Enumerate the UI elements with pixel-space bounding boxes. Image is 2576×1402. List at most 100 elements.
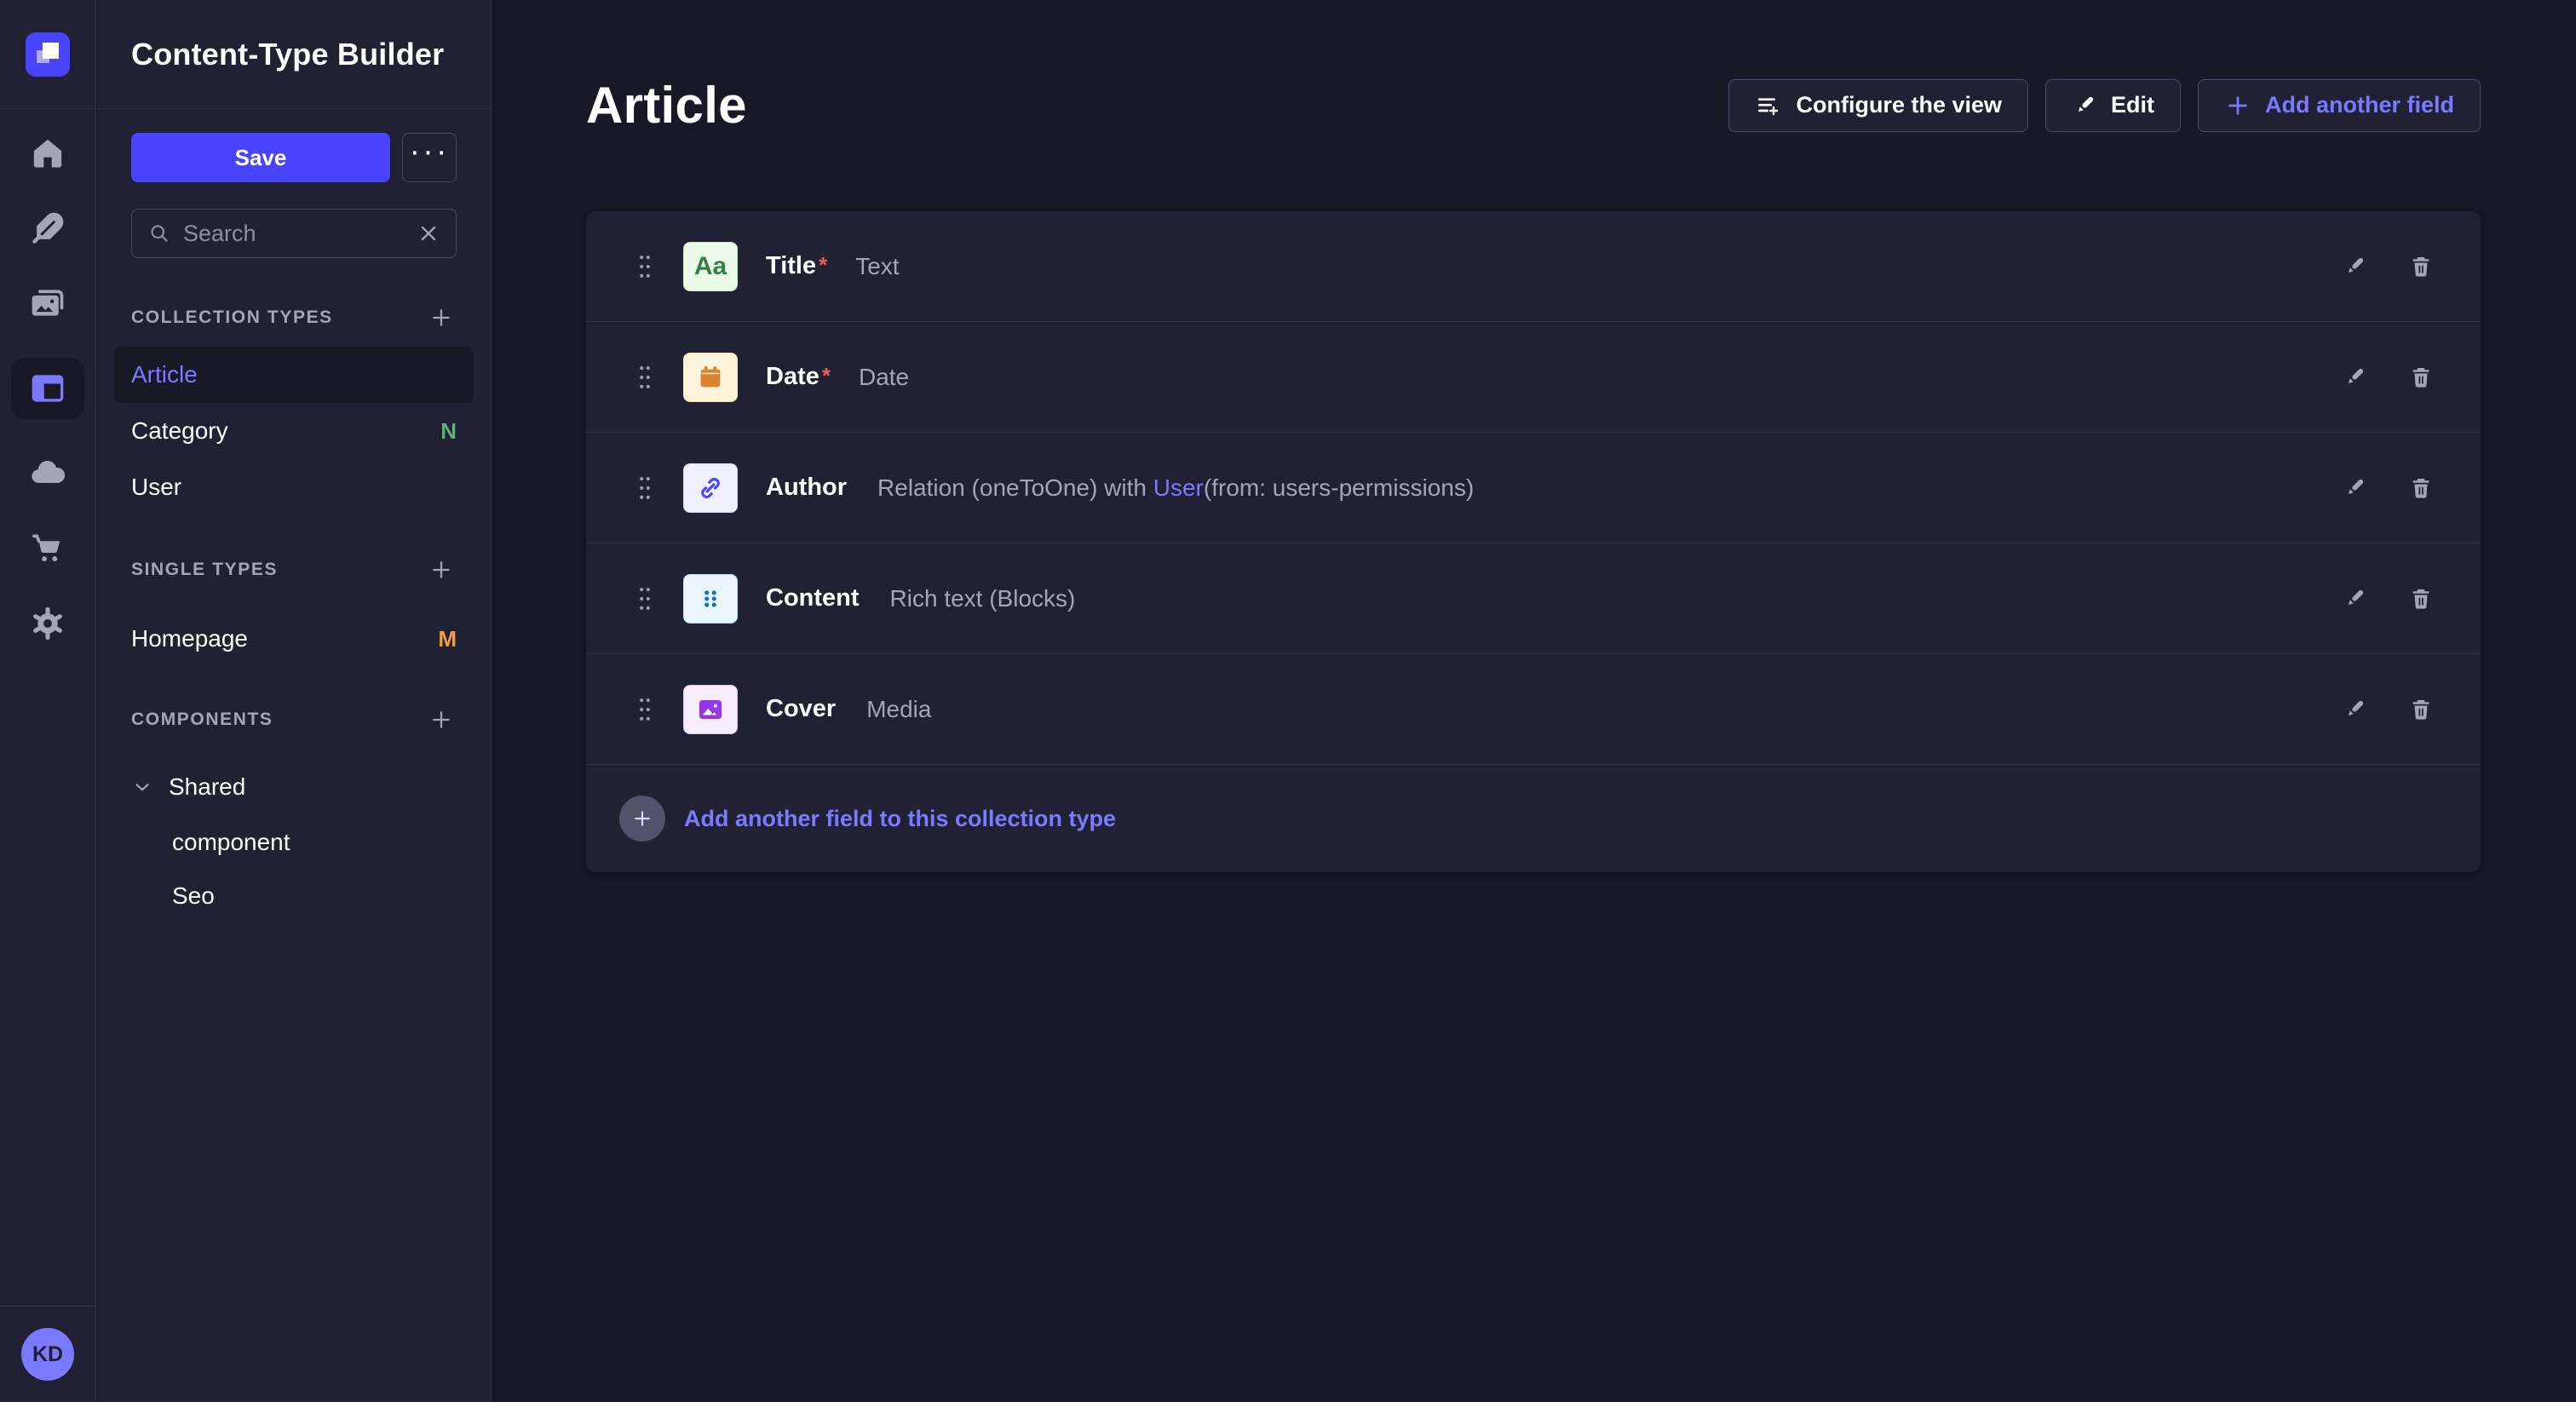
search-box[interactable] [131,209,457,258]
cart-icon[interactable] [27,528,68,569]
subnav-header: Content-Type Builder [97,0,491,109]
sidebar-item-homepage[interactable]: Homepage M [114,611,474,667]
row-actions [2339,362,2436,393]
plus-icon [2224,92,2251,119]
delete-field-button[interactable] [2406,583,2436,614]
sidebar-item-category[interactable]: Category N [114,403,474,459]
cloud-icon[interactable] [27,453,68,494]
drag-handle-icon[interactable] [630,582,659,616]
blocks-icon [683,574,738,623]
list-settings-icon [1755,92,1782,119]
edit-field-button[interactable] [2339,362,2370,393]
field-name-text: Date [766,363,819,390]
field-type: Relation (oneToOne) with User(from: user… [877,474,1474,502]
icon-rail: KD [0,0,96,1402]
main-content: Article Configure the view Edit Add anot… [492,0,2576,1402]
field-type: Rich text (Blocks) [890,585,1076,612]
close-icon[interactable] [417,221,440,245]
relation-type-suffix: (from: users-permissions) [1204,474,1474,501]
relation-target-link[interactable]: User [1153,474,1204,501]
field-name-text: Author [766,474,847,501]
single-types-header: SINGLE TYPES [131,554,457,585]
search-icon [147,221,171,245]
field-name-text: Cover [766,695,836,722]
trash-icon [2408,365,2434,390]
avatar[interactable]: KD [21,1328,74,1381]
trash-icon [2408,586,2434,612]
sidebar-item-label: Seo [172,882,215,910]
drag-handle-icon[interactable] [630,250,659,284]
delete-field-button[interactable] [2406,694,2436,725]
pencil-icon [2342,586,2367,612]
add-field-footer-label[interactable]: Add another field to this collection typ… [684,806,1116,832]
add-collection-type-button[interactable] [426,302,457,333]
pencil-icon [2342,254,2367,279]
row-actions [2339,694,2436,725]
configure-view-button[interactable]: Configure the view [1728,79,2028,132]
delete-field-button[interactable] [2406,362,2436,393]
sidebar-item-seo[interactable]: Seo [131,869,457,922]
sidebar-item-user[interactable]: User [114,459,474,515]
delete-field-button[interactable] [2406,251,2436,282]
table-row-content: Content Rich text (Blocks) [586,543,2481,654]
plus-icon [428,305,454,330]
home-icon[interactable] [27,133,68,174]
more-options-button[interactable]: ··· [402,133,457,182]
field-type: Media [866,696,931,723]
rail-header [0,0,95,109]
strapi-logo-icon[interactable] [26,32,70,77]
add-component-button[interactable] [426,704,457,735]
rail-bottom: KD [0,1306,95,1402]
add-field-footer[interactable]: Add another field to this collection typ… [586,765,2481,872]
main-header: Article Configure the view Edit Add anot… [586,76,2481,135]
rail-icon-list [0,109,95,644]
layout-icon [29,370,66,407]
sidebar-item-label: User [131,474,181,501]
required-mark: * [819,252,827,278]
text-icon: Aa [683,242,738,291]
table-row-date: Date* Date [586,322,2481,433]
fields-table: Aa Title* Text Date* Date [586,211,2481,872]
edit-field-button[interactable] [2339,694,2370,725]
drag-handle-icon[interactable] [630,360,659,394]
images-icon[interactable] [27,283,68,324]
table-row-title: Aa Title* Text [586,211,2481,322]
toolbar: Configure the view Edit Add another fiel… [1728,79,2481,132]
field-name-text: Content [766,584,860,612]
status-badge: M [438,626,457,652]
sidebar-item-label: Article [131,361,198,388]
feather-icon[interactable] [27,208,68,249]
field-name: Content [766,584,862,612]
sidebar-item-article[interactable]: Article [114,347,474,403]
trash-icon [2408,254,2434,279]
relation-type-prefix: Relation (oneToOne) with [877,474,1153,501]
gear-icon[interactable] [27,603,68,644]
add-another-field-button[interactable]: Add another field [2198,79,2481,132]
media-icon [683,685,738,734]
components-label: COMPONENTS [131,710,273,730]
drag-handle-icon[interactable] [630,692,659,727]
subnav-body: Save ··· COLLECTION TYPES Article Catego… [97,109,491,922]
content-type-title: Article [586,76,747,135]
component-group-shared[interactable]: Shared [131,759,457,815]
delete-field-button[interactable] [2406,473,2436,503]
plus-icon [428,557,454,583]
row-actions [2339,583,2436,614]
drag-handle-icon[interactable] [630,471,659,505]
edit-button[interactable]: Edit [2045,79,2181,132]
sidebar-item-component[interactable]: component [131,815,457,869]
add-single-type-button[interactable] [426,554,457,585]
relation-icon [683,463,738,513]
table-row-cover: Cover Media [586,654,2481,765]
search-input[interactable] [183,221,405,247]
edit-field-button[interactable] [2339,583,2370,614]
edit-field-button[interactable] [2339,473,2370,503]
layout-icon-active[interactable] [11,358,84,419]
field-type: Date [859,364,909,391]
pencil-icon [2342,697,2367,722]
plus-circle-icon[interactable] [619,796,665,842]
edit-field-button[interactable] [2339,251,2370,282]
field-name: Date* [766,363,831,391]
save-button[interactable]: Save [131,133,390,182]
table-row-author: Author Relation (oneToOne) with User(fro… [586,433,2481,543]
